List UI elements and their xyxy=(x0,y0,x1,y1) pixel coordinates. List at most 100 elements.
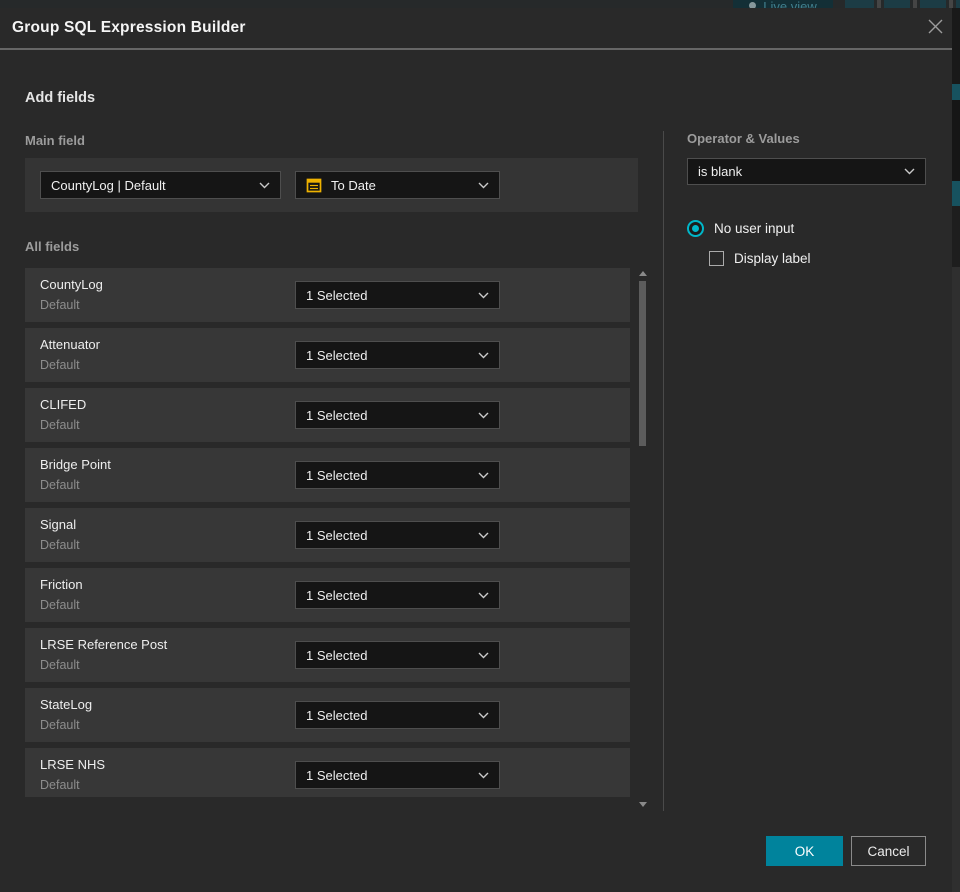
field-name: Friction xyxy=(40,577,83,592)
no-user-input-label: No user input xyxy=(714,221,795,236)
checkbox-unchecked-icon xyxy=(709,251,724,266)
display-label-checkbox[interactable]: Display label xyxy=(709,251,811,266)
chevron-down-icon xyxy=(478,712,489,719)
field-selected-dropdown[interactable]: 1 Selected xyxy=(295,521,500,549)
field-row: Friction Default 1 Selected xyxy=(25,568,630,622)
field-subtitle: Default xyxy=(40,298,80,312)
close-icon xyxy=(927,18,944,40)
dialog-title: Group SQL Expression Builder xyxy=(12,19,246,36)
background-panel-divider xyxy=(913,0,917,8)
field-selected-dropdown[interactable]: 1 Selected xyxy=(295,641,500,669)
background-panel-divider xyxy=(877,0,881,8)
field-subtitle: Default xyxy=(40,778,80,792)
field-row: Attenuator Default 1 Selected xyxy=(25,328,630,382)
field-subtitle: Default xyxy=(40,598,80,612)
live-view-button[interactable]: Live view xyxy=(733,0,833,8)
field-subtitle: Default xyxy=(40,418,80,432)
chevron-down-icon xyxy=(478,182,489,189)
chevron-down-icon xyxy=(478,412,489,419)
background-top-toolbar: Live view xyxy=(0,0,960,8)
chevron-down-icon xyxy=(259,182,270,189)
background-block xyxy=(952,100,960,181)
field-selected-dropdown[interactable]: 1 Selected xyxy=(295,761,500,789)
field-selected-dropdown[interactable]: 1 Selected xyxy=(295,341,500,369)
scrollbar-thumb[interactable] xyxy=(639,281,646,446)
field-row: LRSE Reference Post Default 1 Selected xyxy=(25,628,630,682)
field-selected-dropdown[interactable]: 1 Selected xyxy=(295,401,500,429)
field-selected-count: 1 Selected xyxy=(306,767,368,783)
field-name: CLIFED xyxy=(40,397,87,412)
field-name: LRSE Reference Post xyxy=(40,637,168,652)
ok-button[interactable]: OK xyxy=(766,836,843,866)
background-panel-edge xyxy=(884,0,910,8)
field-row: StateLog Default 1 Selected xyxy=(25,688,630,742)
radio-selected-icon xyxy=(687,220,704,237)
field-selected-count: 1 Selected xyxy=(306,287,368,303)
field-row: Bridge Point Default 1 Selected xyxy=(25,448,630,502)
chevron-down-icon xyxy=(478,652,489,659)
background-block xyxy=(952,267,960,892)
main-field-value: To Date xyxy=(331,177,376,193)
main-field-label: Main field xyxy=(25,133,85,148)
scroll-up-arrow-icon[interactable] xyxy=(639,271,647,276)
field-row: CountyLog Default 1 Selected xyxy=(25,268,630,322)
background-teal-block xyxy=(952,84,960,100)
calendar-icon xyxy=(306,177,322,193)
background-panel-edge xyxy=(845,0,874,8)
field-selected-count: 1 Selected xyxy=(306,527,368,543)
display-label-label: Display label xyxy=(734,251,811,266)
all-fields-list: CountyLog Default 1 Selected Attenuator … xyxy=(25,268,630,797)
field-row: LRSE NHS Default 1 Selected xyxy=(25,748,630,797)
cancel-button[interactable]: Cancel xyxy=(851,836,926,866)
operator-dropdown-value: is blank xyxy=(698,164,743,179)
field-selected-count: 1 Selected xyxy=(306,407,368,423)
field-subtitle: Default xyxy=(40,658,80,672)
chevron-down-icon xyxy=(904,168,915,175)
field-selected-count: 1 Selected xyxy=(306,347,368,363)
field-row: CLIFED Default 1 Selected xyxy=(25,388,630,442)
field-name: Signal xyxy=(40,517,77,532)
chevron-down-icon xyxy=(478,472,489,479)
background-panel-divider xyxy=(949,0,953,8)
chevron-down-icon xyxy=(478,532,489,539)
field-selected-dropdown[interactable]: 1 Selected xyxy=(295,581,500,609)
field-subtitle: Default xyxy=(40,358,80,372)
list-scrollbar[interactable] xyxy=(636,265,649,811)
background-panel-edge xyxy=(920,0,946,8)
field-name: Bridge Point xyxy=(40,457,111,472)
main-field-value-dropdown[interactable]: To Date xyxy=(295,171,500,199)
background-panel-edge xyxy=(956,0,960,8)
field-subtitle: Default xyxy=(40,538,80,552)
chevron-down-icon xyxy=(478,592,489,599)
no-user-input-radio[interactable]: No user input xyxy=(687,220,794,237)
field-selected-count: 1 Selected xyxy=(306,467,368,483)
vertical-divider xyxy=(663,131,664,811)
chevron-down-icon xyxy=(478,772,489,779)
field-name: StateLog xyxy=(40,697,93,712)
field-selected-count: 1 Selected xyxy=(306,587,368,603)
field-selected-count: 1 Selected xyxy=(306,707,368,723)
field-selected-dropdown[interactable]: 1 Selected xyxy=(295,701,500,729)
chevron-down-icon xyxy=(478,292,489,299)
field-selected-dropdown[interactable]: 1 Selected xyxy=(295,461,500,489)
dialog-title-bar: Group SQL Expression Builder xyxy=(0,8,952,48)
field-subtitle: Default xyxy=(40,478,80,492)
field-subtitle: Default xyxy=(40,718,80,732)
background-block xyxy=(952,206,960,267)
field-name: Attenuator xyxy=(40,337,100,352)
close-button[interactable] xyxy=(922,16,948,42)
operator-values-heading: Operator & Values xyxy=(687,131,800,146)
background-right-edge xyxy=(952,8,960,892)
scroll-down-arrow-icon[interactable] xyxy=(639,802,647,807)
field-selected-count: 1 Selected xyxy=(306,647,368,663)
add-fields-heading: Add fields xyxy=(25,90,96,106)
main-field-dropdown[interactable]: CountyLog | Default xyxy=(40,171,281,199)
chevron-down-icon xyxy=(478,352,489,359)
title-divider xyxy=(0,48,952,50)
background-block xyxy=(952,8,960,84)
field-name: CountyLog xyxy=(40,277,103,292)
live-view-label: Live view xyxy=(763,0,817,8)
field-selected-dropdown[interactable]: 1 Selected xyxy=(295,281,500,309)
operator-dropdown[interactable]: is blank xyxy=(687,158,926,185)
main-field-panel: CountyLog | Default To Date xyxy=(25,158,638,212)
